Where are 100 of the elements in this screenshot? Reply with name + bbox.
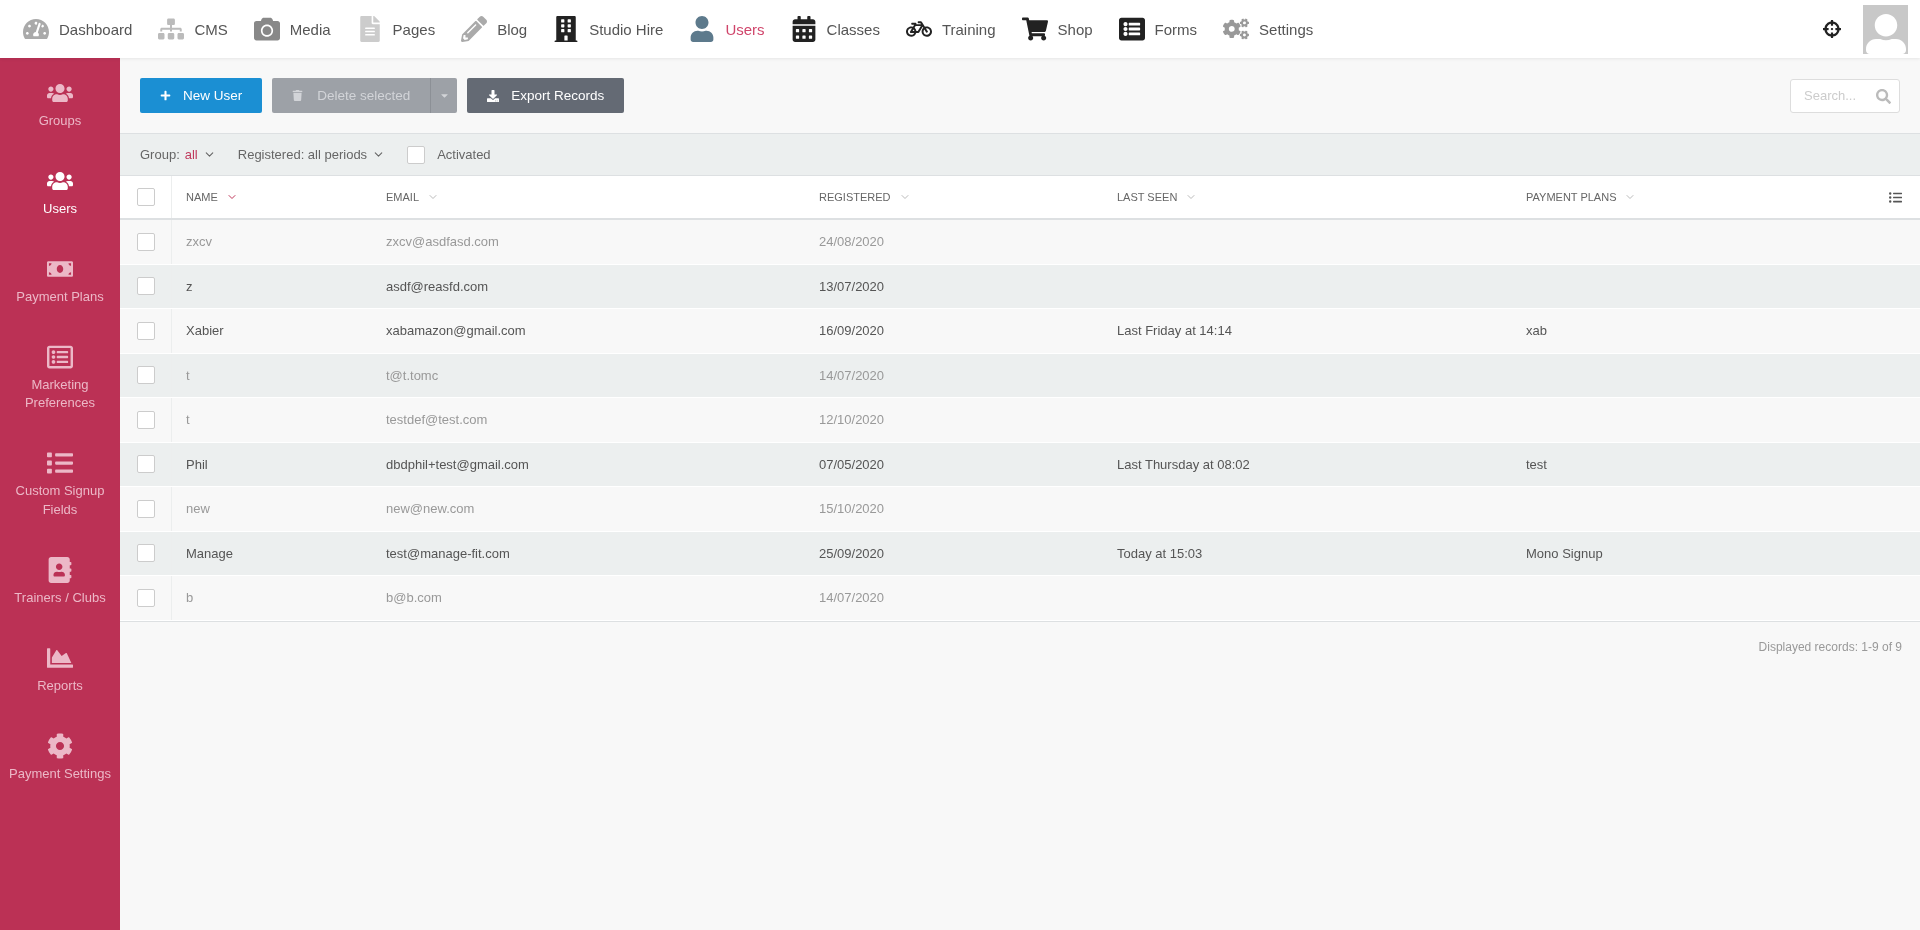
table-row[interactable]: Manage test@manage-fit.com 25/09/2020 Today at 15:03 Mono Signup [120,531,1920,576]
row-checkbox[interactable] [136,232,155,251]
nav-item[interactable]: Media [240,16,344,42]
row-checkbox[interactable] [136,455,155,474]
table-cell: Manage [186,545,233,561]
table-cell: Last Thursday at 08:02 [1117,456,1250,472]
select-all-checkbox[interactable] [136,188,155,206]
column-header[interactable]: NAME [186,191,218,203]
table-cell: b [186,590,194,606]
table-cell: Phil [186,456,208,472]
table-row[interactable]: Xabier xabamazon@gmail.com 16/09/2020 Last Friday at 14:14 xab [120,309,1920,354]
table-cell: testdef@test.com [386,412,488,428]
table-cell: b@b.com [386,590,442,606]
gauge-icon [23,16,49,42]
export-records-button[interactable]: Export Records [467,78,625,113]
table-cell: test [1526,456,1547,472]
table-cell: Last Friday at 14:14 [1117,323,1232,339]
table-cell: Xabier [186,323,224,339]
table-cell: new [186,501,210,517]
avatar-silhouette[interactable] [1863,4,1908,54]
activated-checkbox[interactable] [407,145,426,164]
column-header[interactable]: PAYMENT PLANS [1526,191,1617,203]
camera-icon [253,16,280,42]
row-checkbox[interactable] [136,277,155,296]
table-cell: test@manage-fit.com [386,545,510,561]
sidebar-item[interactable]: Marketing Preferences [0,343,120,414]
settings-icon [47,732,73,759]
contact-book-icon [47,556,73,583]
nav-item[interactable]: Blog [448,16,541,42]
table-cell: asdf@reasfd.com [386,278,489,294]
group-filter[interactable]: Group: all [140,147,216,162]
plus-icon [160,90,171,101]
calendar-icon [790,16,817,42]
trash-icon [292,90,304,101]
records-count: Displayed records: 1-9 of 9 [1758,639,1902,654]
table-cell: 15/10/2020 [819,501,885,517]
table-cell: 12/10/2020 [819,412,885,428]
nav-item[interactable]: Studio Hire [540,16,677,42]
crosshair-icon[interactable] [1823,20,1841,38]
table-cell: t [186,367,190,383]
nav-item[interactable]: Classes [777,16,893,42]
sidebar-item[interactable]: Payment Settings [0,732,120,784]
sidebar-item[interactable]: Groups [0,80,120,131]
table-cell: z [186,278,193,294]
row-checkbox[interactable] [136,499,155,518]
download-icon [487,89,500,102]
table-row[interactable]: Phil dbdphil+test@gmail.com 07/05/2020 Last Thursday at 08:02 test [120,442,1920,487]
person-icon [689,16,716,42]
column-header[interactable]: REGISTERED [819,191,891,203]
table-cell: t [186,412,190,428]
nav-item[interactable]: CMS [145,16,241,42]
gears-icon [1223,16,1250,42]
table-cell: xab [1526,323,1547,339]
column-list-icon[interactable] [1889,190,1902,204]
table-cell: zxcv [186,234,212,250]
table-row[interactable]: z asdf@reasfd.com 13/07/2020 [120,264,1920,309]
nav-item[interactable]: Pages [343,16,449,42]
row-checkbox[interactable] [136,366,155,385]
row-checkbox[interactable] [136,544,155,563]
table-cell: xabamazon@gmail.com [386,323,526,339]
group-label: Group: [140,147,180,162]
row-checkbox[interactable] [136,321,155,340]
pencil-icon [461,16,488,42]
form-icon [1118,16,1145,42]
table-cell: zxcv@asdfasd.com [386,234,499,250]
table-cell: new@new.com [386,501,475,517]
group-value: all [184,147,198,162]
nav-item[interactable]: Users [676,16,778,42]
sitemap-icon [158,16,185,42]
table-cell: 24/08/2020 [819,234,885,250]
table-cell: 25/09/2020 [819,545,885,561]
row-checkbox[interactable] [136,410,155,429]
list-icon [47,450,73,477]
table-cell: 07/05/2020 [819,456,885,472]
table-cell: Mono Signup [1526,545,1603,561]
sidebar-item[interactable]: Custom Signup Fields [0,450,120,520]
activated-label: Activated [437,147,491,162]
cart-icon [1021,16,1048,42]
table-cell: t@t.tomc [386,367,439,383]
search-icon [1876,88,1891,104]
sidebar-item[interactable]: Payment Plans [0,255,120,307]
sidebar-item[interactable]: Users [0,167,120,219]
table-cell: Today at 15:03 [1117,545,1203,561]
sidebar-item[interactable]: Reports [0,644,120,696]
table-cell: 14/07/2020 [819,590,885,606]
nav-item[interactable]: Shop [1008,16,1106,42]
building-icon [553,16,580,42]
nav-item[interactable]: Dashboard [10,16,146,42]
table-cell: 13/07/2020 [819,278,885,294]
table-cell: 16/09/2020 [819,323,885,339]
column-header[interactable]: LAST SEEN [1117,191,1178,203]
list-card-icon [47,343,73,370]
row-checkbox[interactable] [136,588,155,607]
table-cell: dbdphil+test@gmail.com [386,456,529,472]
nav-item[interactable]: Training [892,16,1009,42]
nav-item[interactable]: Settings [1210,16,1327,42]
column-header[interactable]: EMAIL [386,191,419,203]
new-user-button[interactable]: New User [140,78,263,113]
nav-item[interactable]: Forms [1105,16,1211,42]
sidebar-item[interactable]: Trainers / Clubs [0,556,120,608]
